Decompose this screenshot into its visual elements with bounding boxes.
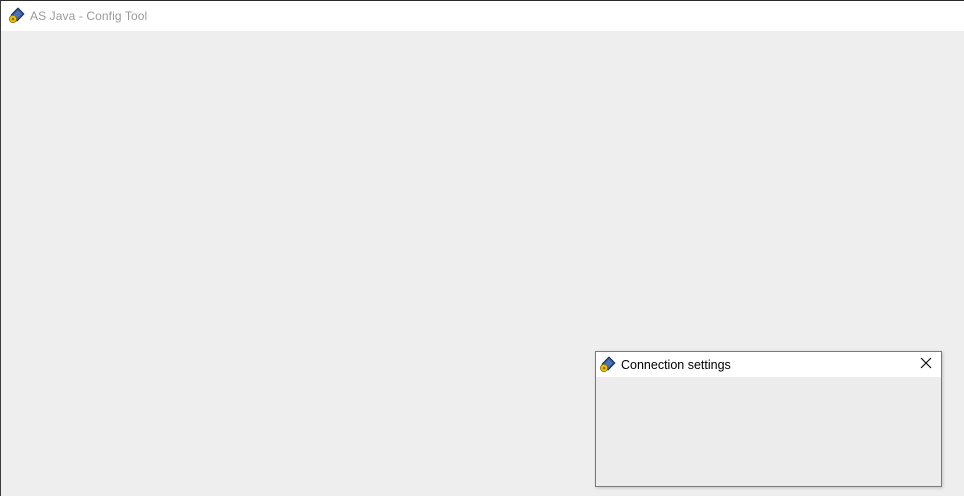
java-config-tool-icon: [8, 7, 25, 24]
window-title: AS Java - Config Tool: [30, 9, 148, 23]
close-icon: [920, 356, 932, 374]
connection-settings-dialog: Connection settings: [595, 351, 942, 487]
java-config-tool-icon: [599, 356, 616, 373]
dialog-title-bar[interactable]: Connection settings: [596, 352, 941, 377]
close-button[interactable]: [911, 352, 941, 377]
dialog-title: Connection settings: [621, 357, 731, 372]
main-title-bar[interactable]: AS Java - Config Tool: [1, 1, 964, 31]
dialog-body: [596, 377, 941, 486]
